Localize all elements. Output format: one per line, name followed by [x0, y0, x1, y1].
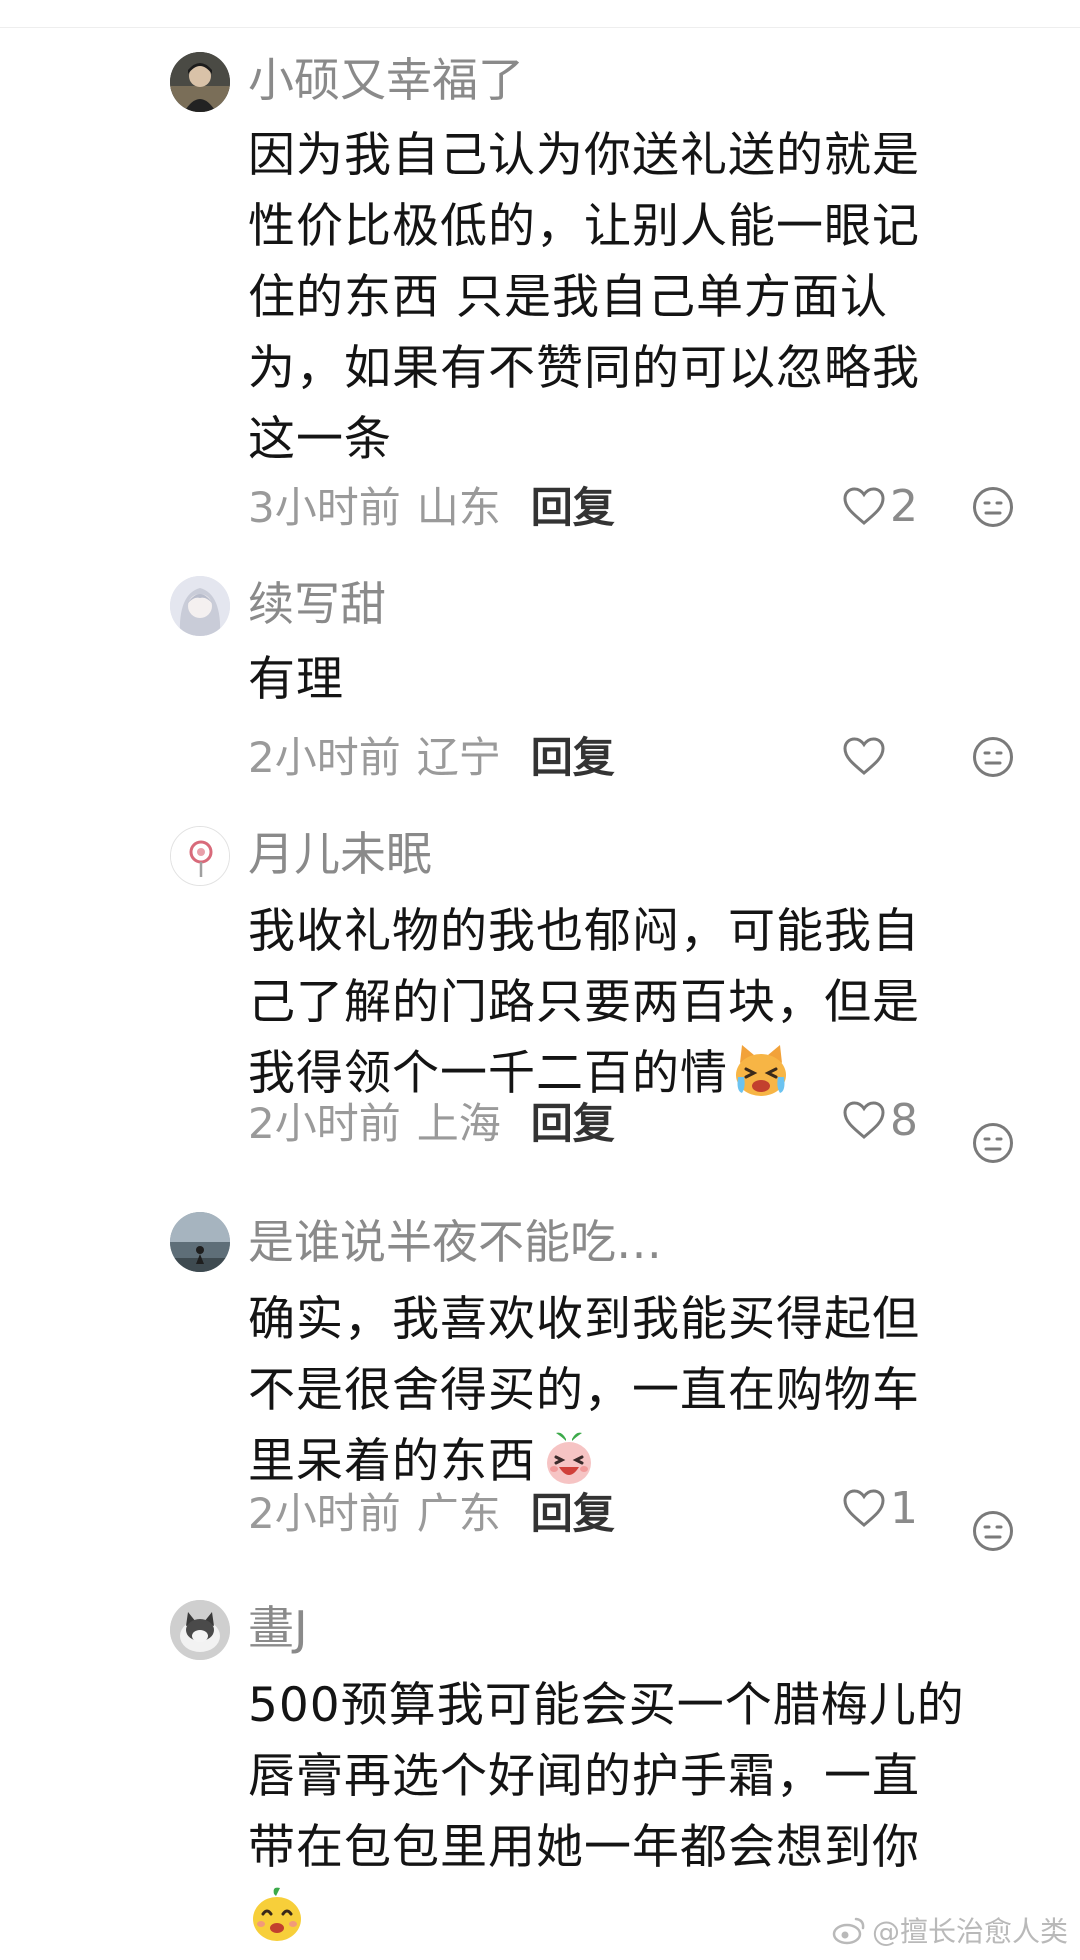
comment-line: 己了解的门路只要两百块，但是 — [248, 975, 920, 1030]
comment-location: 上海 — [416, 1099, 501, 1148]
comment-location: 辽宁 — [416, 733, 501, 782]
comment-line: 确实，我喜欢收到我能买得起但 — [248, 1292, 920, 1347]
comment-line: 性价比极低的，让别人能一眼记 — [248, 199, 920, 254]
user-avatar[interactable] — [170, 52, 230, 112]
reply-button[interactable]: 回复 — [531, 1099, 615, 1148]
user-avatar[interactable] — [170, 1212, 230, 1272]
comment-time: 2小时前 — [248, 733, 401, 782]
like-count: 8 — [890, 1094, 918, 1146]
comment-location: 广东 — [416, 1489, 501, 1538]
weibo-logo-icon — [832, 1917, 865, 1945]
comment-text: 因为我自己认为你送礼送的就是 性价比极低的，让别人能一眼记 住的东西 只是我自己… — [248, 120, 1008, 475]
comment-time: 2小时前 — [248, 1099, 401, 1148]
heart-icon — [843, 1489, 885, 1527]
neutral-face-icon[interactable] — [972, 1510, 1014, 1552]
top-divider — [0, 0, 1080, 28]
neutral-face-icon[interactable] — [972, 1122, 1014, 1164]
neutral-face-icon[interactable] — [972, 486, 1014, 528]
comment-text: 确实，我喜欢收到我能买得起但 不是很舍得买的，一直在购物车 里呆着的东西 — [248, 1284, 1008, 1497]
comment-line: 因为我自己认为你送礼送的就是 — [248, 128, 920, 183]
comment-line-text: 里呆着的东西 — [248, 1434, 536, 1489]
username[interactable]: 续写甜 — [248, 574, 386, 634]
username[interactable]: 畫J — [248, 1598, 308, 1658]
comment-line: 不是很舍得买的，一直在购物车 — [248, 1363, 920, 1418]
watermark-text: @擅长治愈人类 — [871, 1915, 1068, 1948]
comment-line: 为，如果有不赞同的可以忽略我 — [248, 341, 920, 396]
cat-photo-avatar-icon — [170, 1600, 230, 1660]
comment-line: 有理 — [248, 652, 344, 707]
comment-meta: 2小时前 广东 回复 — [248, 1484, 615, 1544]
comment-line: 唇膏再选个好闻的护手霜，一直 — [248, 1749, 920, 1804]
comment-meta: 2小时前 上海 回复 — [248, 1094, 615, 1154]
like-button[interactable]: 2 — [842, 476, 918, 536]
like-button[interactable]: 8 — [842, 1090, 918, 1150]
comment-time: 2小时前 — [248, 1489, 401, 1538]
reply-button[interactable]: 回复 — [531, 1489, 615, 1538]
like-button[interactable] — [842, 726, 890, 786]
comment-line: 住的东西 只是我自己单方面认 — [248, 270, 888, 325]
comment-text: 有理 — [248, 644, 1008, 715]
comment-line-text: 我得领个一千二百的情 — [248, 1046, 728, 1101]
heart-icon — [843, 487, 885, 525]
happy-mango-emoji-icon — [253, 1887, 301, 1941]
comment-line: 500预算我可能会买一个腊梅儿的 — [248, 1678, 965, 1733]
user-photo-avatar-icon — [170, 52, 230, 112]
user-avatar[interactable] — [170, 826, 230, 886]
comment-text: 我收礼物的我也郁闷，可能我自 己了解的门路只要两百块，但是 我得领个一千二百的情 — [248, 896, 1008, 1109]
username[interactable]: 是谁说半夜不能吃… — [248, 1212, 662, 1272]
like-count: 1 — [890, 1482, 918, 1534]
like-button[interactable]: 1 — [842, 1478, 918, 1538]
username[interactable]: 小硕又幸福了 — [248, 50, 524, 110]
comment-time: 3小时前 — [248, 483, 401, 532]
reply-button[interactable]: 回复 — [531, 483, 615, 532]
comment-location: 山东 — [416, 483, 501, 532]
user-avatar[interactable] — [170, 576, 230, 636]
comment-meta: 3小时前 山东 回复 — [248, 478, 615, 538]
weibo-watermark: @擅长治愈人类 — [832, 1910, 1068, 1950]
neutral-face-icon[interactable] — [972, 736, 1014, 778]
laughing-radish-emoji-icon — [547, 1432, 591, 1484]
heart-icon — [843, 737, 885, 775]
anime-girl-avatar-icon — [170, 576, 230, 636]
user-avatar[interactable] — [170, 1600, 230, 1660]
comment-meta: 2小时前 辽宁 回复 — [248, 728, 615, 788]
reply-button[interactable]: 回复 — [531, 733, 615, 782]
crying-cat-emoji-icon — [736, 1045, 786, 1096]
comment-line: 带在包包里用她一年都会想到你 — [248, 1820, 920, 1875]
comment-line: 我收礼物的我也郁闷，可能我自 — [248, 904, 920, 959]
seaside-photo-avatar-icon — [170, 1212, 230, 1272]
username[interactable]: 月儿未眠 — [248, 824, 432, 884]
like-count: 2 — [890, 480, 918, 532]
heart-icon — [843, 1101, 885, 1139]
comment-line: 这一条 — [248, 412, 392, 467]
lollipop-avatar-icon — [171, 827, 229, 885]
